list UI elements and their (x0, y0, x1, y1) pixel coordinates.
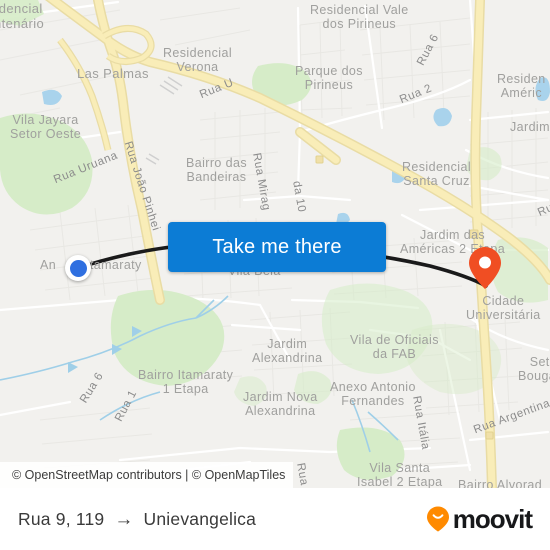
arrow-right-icon: → (114, 508, 134, 530)
map-pin-icon (469, 247, 501, 289)
moovit-wordmark: moovit (452, 503, 533, 534)
origin-dot (69, 259, 87, 277)
map-canvas[interactable]: idencial ntenárioResidencial Vale dos Pi… (0, 0, 550, 488)
moovit-trip-map-screen: idencial ntenárioResidencial Vale dos Pi… (0, 0, 550, 550)
origin-marker[interactable] (65, 255, 91, 281)
trip-origin-label: Rua 9, 119 (18, 508, 105, 529)
trip-summary: Rua 9, 119 → Unievangelica (18, 509, 256, 530)
trip-footer: Rua 9, 119 → Unievangelica moovit (0, 488, 550, 550)
take-me-there-button[interactable]: Take me there (168, 222, 386, 272)
moovit-pin-icon (426, 506, 449, 532)
destination-marker[interactable] (468, 246, 502, 290)
trip-destination-label: Unievangelica (143, 508, 257, 529)
moovit-logo: moovit (425, 503, 533, 535)
map-attribution: © OpenStreetMap contributors | © OpenMap… (0, 462, 293, 488)
